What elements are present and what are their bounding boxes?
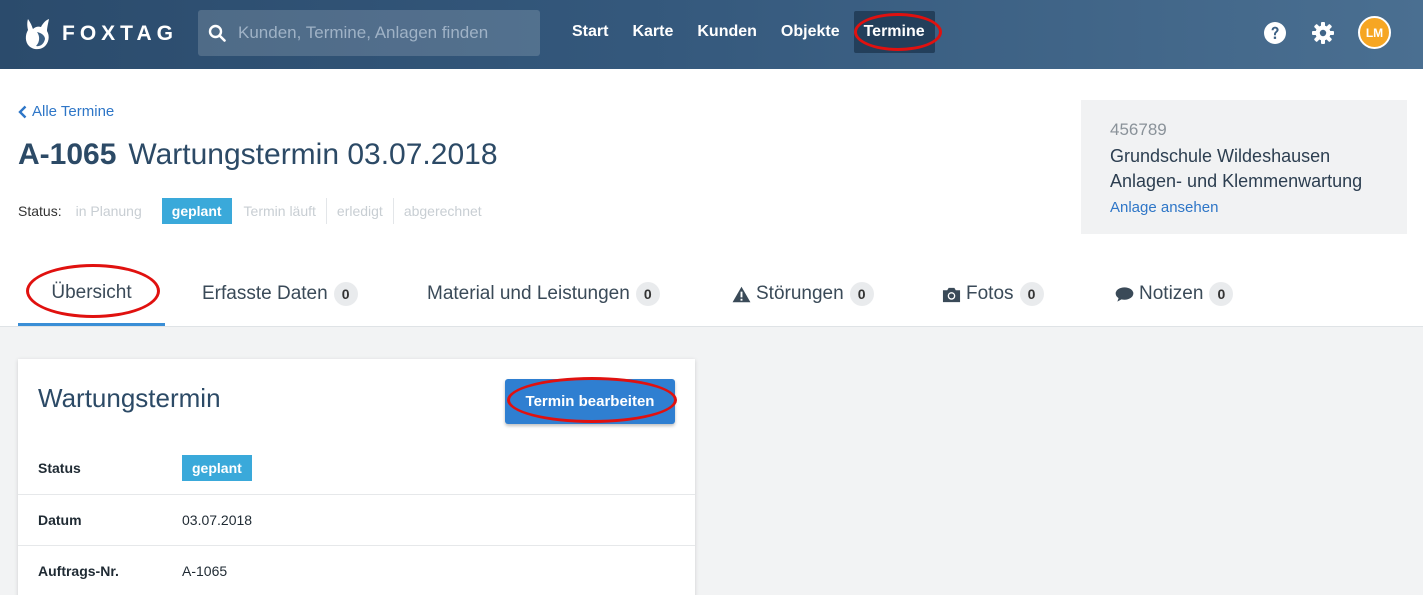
facility-id: 456789 <box>1110 120 1167 139</box>
count-badge: 0 <box>635 282 660 306</box>
nav-objekte[interactable]: Objekte <box>769 11 852 53</box>
facility-name: Grundschule Wildeshausen <box>1110 146 1331 166</box>
row-label: Datum <box>38 512 82 528</box>
detail-row-auftrags-nr: Auftrags-Nr. A-1065 <box>18 545 695 595</box>
annotation-ring <box>26 264 160 318</box>
detail-row-datum: Datum 03.07.2018 <box>18 494 695 545</box>
facility-description: Anlagen- und Klemmenwartung <box>1110 171 1363 191</box>
top-icons: LM <box>1240 16 1391 49</box>
detail-row-status: Status geplant <box>18 442 695 493</box>
tab-bar: Übersicht Erfasste Daten 0 Material und … <box>0 262 1423 327</box>
edit-appointment-button[interactable]: Termin bearbeiten <box>505 377 677 424</box>
order-number: A-1065 <box>18 138 117 171</box>
global-search[interactable] <box>198 10 540 56</box>
tab-label: Notizen <box>1139 283 1204 304</box>
status-label: Status: <box>18 203 62 219</box>
brand-name: FOXTAG <box>62 22 178 45</box>
tab-fotos[interactable]: Fotos 0 <box>942 262 1044 326</box>
tab-uebersicht[interactable]: Übersicht <box>18 262 165 326</box>
status-step-geplant[interactable]: geplant <box>161 198 232 224</box>
tab-label: Fotos <box>966 283 1014 304</box>
facility-panel: 456789 Grundschule Wildeshausen Anlagen-… <box>1081 100 1407 234</box>
count-badge: 0 <box>1209 282 1234 306</box>
status-step-erledigt[interactable]: erledigt <box>325 198 393 224</box>
search-icon <box>208 24 226 42</box>
row-label: Auftrags-Nr. <box>38 563 119 579</box>
appointment-card: Wartungstermin Termin bearbeiten Status … <box>18 359 695 595</box>
nav-termine[interactable]: Termine <box>853 11 942 53</box>
tab-stoerungen[interactable]: Störungen 0 <box>732 262 874 326</box>
tab-material-leistungen[interactable]: Material und Leistungen 0 <box>427 262 660 326</box>
comment-icon <box>1115 286 1134 302</box>
tab-erfasste-daten[interactable]: Erfasste Daten 0 <box>202 262 358 326</box>
count-badge: 0 <box>849 282 874 306</box>
tab-notizen[interactable]: Notizen 0 <box>1115 262 1234 326</box>
annotation-ring <box>507 377 677 423</box>
search-input[interactable] <box>238 10 528 56</box>
user-avatar[interactable]: LM <box>1358 16 1391 49</box>
appointment-title: Wartungstermin 03.07.2018 <box>128 138 498 171</box>
top-bar: FOXTAG Start Karte Kunden Objekte Termin… <box>0 0 1423 69</box>
status-step-in-planung[interactable]: in Planung <box>74 198 152 224</box>
status-step-abgerechnet[interactable]: abgerechnet <box>392 198 492 224</box>
warning-icon <box>732 286 751 302</box>
foxtag-logo[interactable]: FOXTAG <box>22 17 178 51</box>
count-badge: 0 <box>1019 282 1044 306</box>
help-icon <box>1264 21 1286 44</box>
settings-button[interactable] <box>1310 20 1336 46</box>
tab-label: Störungen <box>756 283 844 304</box>
count-badge: 0 <box>333 282 358 306</box>
annotation-ring <box>853 13 942 51</box>
page-title: A-1065 Wartungstermin 03.07.2018 <box>18 138 498 172</box>
fox-logo-icon <box>25 19 49 50</box>
main-nav: Start Karte Kunden Objekte Termine <box>560 11 942 53</box>
tab-label: Erfasste Daten <box>202 283 328 304</box>
status-badge: geplant <box>182 454 252 481</box>
tab-label: Material und Leistungen <box>427 283 630 304</box>
row-value: A-1065 <box>182 563 228 579</box>
help-button[interactable] <box>1262 20 1288 46</box>
view-facility-link[interactable]: Anlage ansehen <box>1110 199 1378 216</box>
camera-icon <box>942 287 961 302</box>
nav-karte[interactable]: Karte <box>620 11 685 53</box>
gear-icon <box>1312 21 1334 44</box>
row-value: 03.07.2018 <box>182 512 253 528</box>
chevron-left-icon <box>18 105 27 118</box>
row-label: Status <box>38 459 81 476</box>
nav-start[interactable]: Start <box>560 11 620 53</box>
card-title: Wartungstermin <box>38 383 221 413</box>
back-link-label: Alle Termine <box>32 103 115 120</box>
status-stepper: Status: in Planung geplant Termin läuft … <box>18 198 492 224</box>
back-link[interactable]: Alle Termine <box>18 103 114 120</box>
status-step-termin-laeuft[interactable]: Termin läuft <box>242 198 326 224</box>
nav-kunden[interactable]: Kunden <box>685 11 769 53</box>
